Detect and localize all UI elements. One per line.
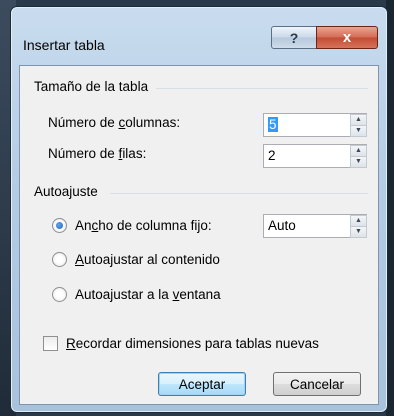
column-width-spinner[interactable]: Auto ▲ ▼ xyxy=(263,214,367,238)
columns-value[interactable]: 5 xyxy=(268,117,278,132)
radio-fixed-width[interactable]: Ancho de columna fijo: xyxy=(52,216,212,234)
remember-dimensions-checkbox-row[interactable]: Recordar dimensiones para tablas nuevas xyxy=(43,336,319,351)
cancel-button[interactable]: Cancelar xyxy=(273,372,361,396)
remember-dimensions-checkbox[interactable] xyxy=(43,336,58,351)
title-bar[interactable]: Insertar tabla ? x xyxy=(11,7,387,73)
rows-spinner-arrows: ▲ ▼ xyxy=(350,145,367,168)
close-icon: x xyxy=(342,29,352,46)
group-divider xyxy=(156,88,368,89)
rows-value[interactable]: 2 xyxy=(268,148,276,163)
autofit-group-label: Autoajuste xyxy=(34,184,98,199)
spin-down-icon[interactable]: ▼ xyxy=(350,125,367,137)
ok-button[interactable]: Aceptar xyxy=(158,372,246,396)
radio-fixed-width-label: Ancho de columna fijo: xyxy=(75,217,212,233)
radio-button-checked[interactable] xyxy=(52,217,67,233)
columns-spinner-arrows: ▲ ▼ xyxy=(350,114,367,137)
radio-autofit-window[interactable]: Autoajustar a la ventana xyxy=(52,285,221,303)
radio-autofit-window-label: Autoajustar a la ventana xyxy=(75,286,221,302)
insert-table-dialog: Insertar tabla ? x Tamaño de la tabla Nú… xyxy=(10,6,388,413)
dialog-content: Tamaño de la tabla Número de columnas: 5… xyxy=(19,65,379,405)
remember-dimensions-label: Recordar dimensiones para tablas nuevas xyxy=(66,336,319,351)
close-button[interactable]: x xyxy=(316,26,378,49)
radio-autofit-contents[interactable]: Autoajustar al contenido xyxy=(52,250,220,268)
radio-button[interactable] xyxy=(52,251,67,267)
group-divider xyxy=(110,193,368,194)
column-width-spinner-arrows: ▲ ▼ xyxy=(350,215,367,238)
table-size-group-label: Tamaño de la tabla xyxy=(34,79,149,94)
radio-autofit-contents-label: Autoajustar al contenido xyxy=(75,251,220,267)
dialog-title: Insertar tabla xyxy=(23,37,105,53)
rows-label: Número de filas: xyxy=(48,146,147,161)
help-button[interactable]: ? xyxy=(271,26,317,49)
spin-down-icon[interactable]: ▼ xyxy=(350,156,367,168)
rows-spinner[interactable]: 2 ▲ ▼ xyxy=(263,144,367,168)
columns-spinner[interactable]: 5 ▲ ▼ xyxy=(263,113,367,137)
spin-down-icon[interactable]: ▼ xyxy=(350,226,367,238)
columns-label: Número de columnas: xyxy=(48,115,181,130)
radio-button[interactable] xyxy=(52,286,67,302)
column-width-value[interactable]: Auto xyxy=(268,218,296,233)
help-icon: ? xyxy=(289,29,299,46)
